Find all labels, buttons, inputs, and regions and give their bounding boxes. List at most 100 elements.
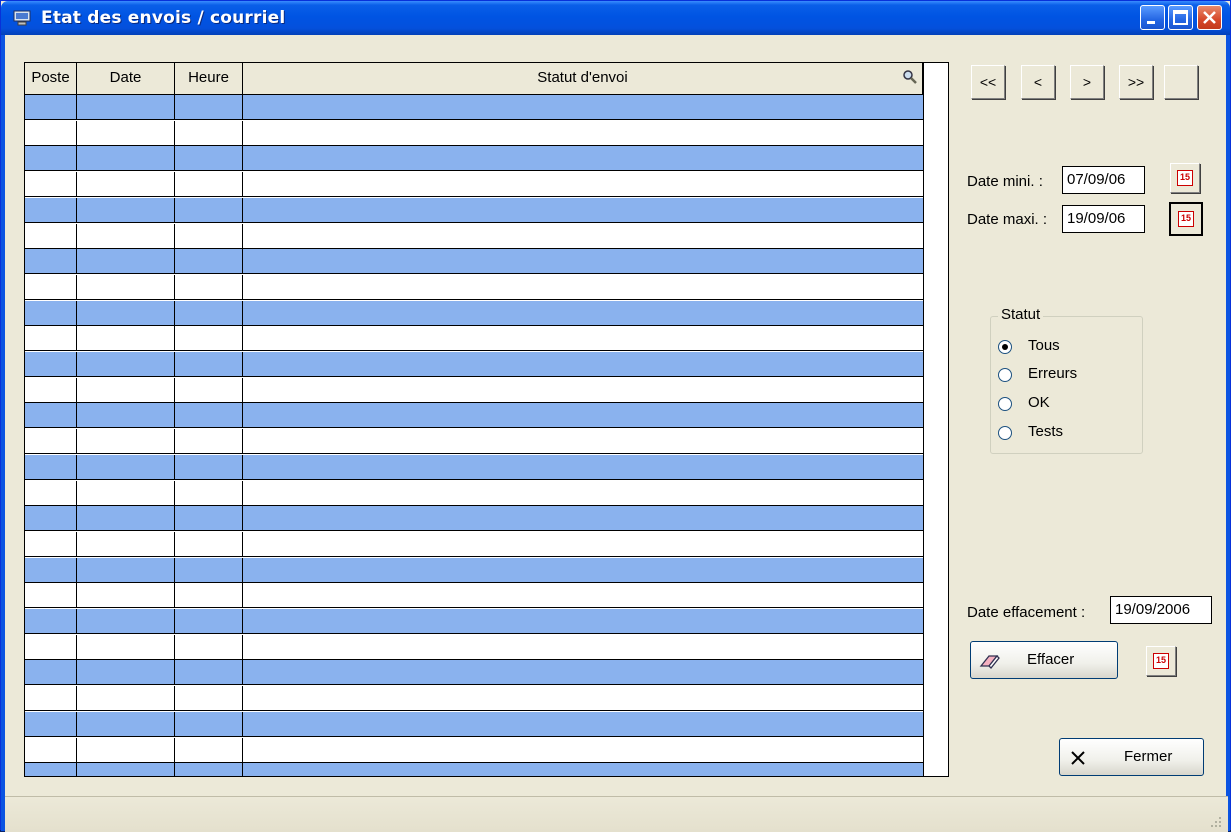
table-cell[interactable] [25, 531, 77, 556]
magnifier-icon[interactable] [902, 69, 918, 85]
table-cell[interactable] [175, 531, 243, 556]
table-cell[interactable] [25, 454, 77, 479]
table-cell[interactable] [25, 429, 77, 454]
table-cell[interactable] [175, 480, 243, 505]
table-cell[interactable] [25, 146, 77, 171]
table-cell[interactable] [25, 377, 77, 402]
table-cell[interactable] [175, 403, 243, 428]
table-row[interactable] [25, 660, 923, 686]
table-cell[interactable] [25, 274, 77, 299]
table-cell[interactable] [77, 557, 175, 582]
next-record-button[interactable]: > [1070, 65, 1104, 99]
table-cell[interactable] [25, 660, 77, 685]
fermer-button[interactable]: Fermer [1059, 738, 1204, 776]
grid-scroll-area[interactable] [923, 63, 948, 776]
effacement-calendar-button[interactable]: 15 [1146, 646, 1176, 676]
table-cell[interactable] [175, 223, 243, 248]
table-cell[interactable] [175, 763, 243, 776]
table-cell[interactable] [77, 480, 175, 505]
first-record-button[interactable]: << [971, 65, 1005, 99]
table-cell[interactable] [175, 686, 243, 711]
table-row[interactable] [25, 609, 923, 634]
table-cell[interactable] [175, 454, 243, 479]
table-cell[interactable] [77, 583, 175, 608]
last-record-button[interactable]: >> [1119, 65, 1153, 99]
table-cell[interactable] [25, 711, 77, 736]
table-row[interactable] [25, 737, 923, 763]
table-cell[interactable] [175, 609, 243, 633]
resize-grip-icon[interactable] [1210, 816, 1222, 828]
table-cell[interactable] [25, 583, 77, 608]
effacer-button[interactable]: Effacer [970, 641, 1118, 679]
table-row[interactable] [25, 686, 923, 712]
table-cell[interactable] [25, 480, 77, 505]
table-row[interactable] [25, 634, 923, 660]
table-cell[interactable] [77, 352, 175, 376]
table-cell[interactable] [77, 737, 175, 762]
table-cell[interactable] [175, 737, 243, 762]
grid-body[interactable] [25, 95, 923, 776]
date-effacement-field[interactable]: 19/09/2006 [1110, 596, 1212, 624]
minimize-button[interactable] [1140, 5, 1165, 30]
column-header-poste[interactable]: Poste [25, 63, 77, 94]
table-cell[interactable] [175, 583, 243, 608]
table-cell[interactable] [25, 737, 77, 762]
column-header-date[interactable]: Date [77, 63, 175, 94]
table-cell[interactable] [175, 352, 243, 376]
table-row[interactable] [25, 95, 923, 120]
table-cell[interactable] [77, 403, 175, 428]
blank-nav-button[interactable] [1164, 65, 1198, 99]
table-cell[interactable] [77, 146, 175, 171]
table-cell[interactable] [77, 95, 175, 119]
table-row[interactable] [25, 583, 923, 609]
table-cell[interactable] [175, 634, 243, 659]
table-row[interactable] [25, 429, 923, 455]
status-grid[interactable]: Poste Date Heure Statut d'envoi [24, 62, 949, 777]
column-header-statut[interactable]: Statut d'envoi [243, 63, 923, 94]
table-cell[interactable] [77, 326, 175, 351]
title-bar[interactable]: Etat des envois / courriel [1, 1, 1230, 35]
table-row[interactable] [25, 249, 923, 275]
table-cell[interactable] [77, 454, 175, 479]
table-cell[interactable] [77, 120, 175, 145]
radio-button[interactable] [998, 397, 1012, 411]
table-cell[interactable] [77, 274, 175, 299]
maximize-button[interactable] [1168, 5, 1193, 30]
table-cell[interactable] [175, 660, 243, 685]
table-cell[interactable] [25, 763, 77, 776]
table-cell[interactable] [25, 197, 77, 222]
close-button[interactable] [1197, 5, 1222, 30]
table-cell[interactable] [25, 300, 77, 325]
table-row[interactable] [25, 120, 923, 146]
table-row[interactable] [25, 711, 923, 737]
table-cell[interactable] [175, 557, 243, 582]
table-cell[interactable] [77, 429, 175, 454]
table-cell[interactable] [25, 352, 77, 376]
table-cell[interactable] [175, 429, 243, 454]
table-row[interactable] [25, 326, 923, 352]
date-min-calendar-button[interactable]: 15 [1170, 163, 1200, 193]
date-max-field[interactable]: 19/09/06 [1062, 205, 1145, 233]
table-row[interactable] [25, 531, 923, 557]
table-row[interactable] [25, 377, 923, 403]
table-cell[interactable] [175, 146, 243, 171]
table-cell[interactable] [77, 300, 175, 325]
table-row[interactable] [25, 454, 923, 480]
table-cell[interactable] [25, 95, 77, 119]
table-cell[interactable] [77, 249, 175, 274]
table-cell[interactable] [77, 223, 175, 248]
table-cell[interactable] [25, 609, 77, 633]
date-min-field[interactable]: 07/09/06 [1062, 166, 1145, 194]
previous-record-button[interactable]: < [1021, 65, 1055, 99]
table-cell[interactable] [25, 120, 77, 145]
table-cell[interactable] [77, 609, 175, 633]
table-cell[interactable] [25, 223, 77, 248]
table-row[interactable] [25, 223, 923, 249]
table-cell[interactable] [175, 300, 243, 325]
table-row[interactable] [25, 506, 923, 532]
table-cell[interactable] [175, 506, 243, 531]
table-row[interactable] [25, 300, 923, 326]
table-cell[interactable] [25, 506, 77, 531]
table-row[interactable] [25, 172, 923, 198]
table-cell[interactable] [175, 172, 243, 197]
